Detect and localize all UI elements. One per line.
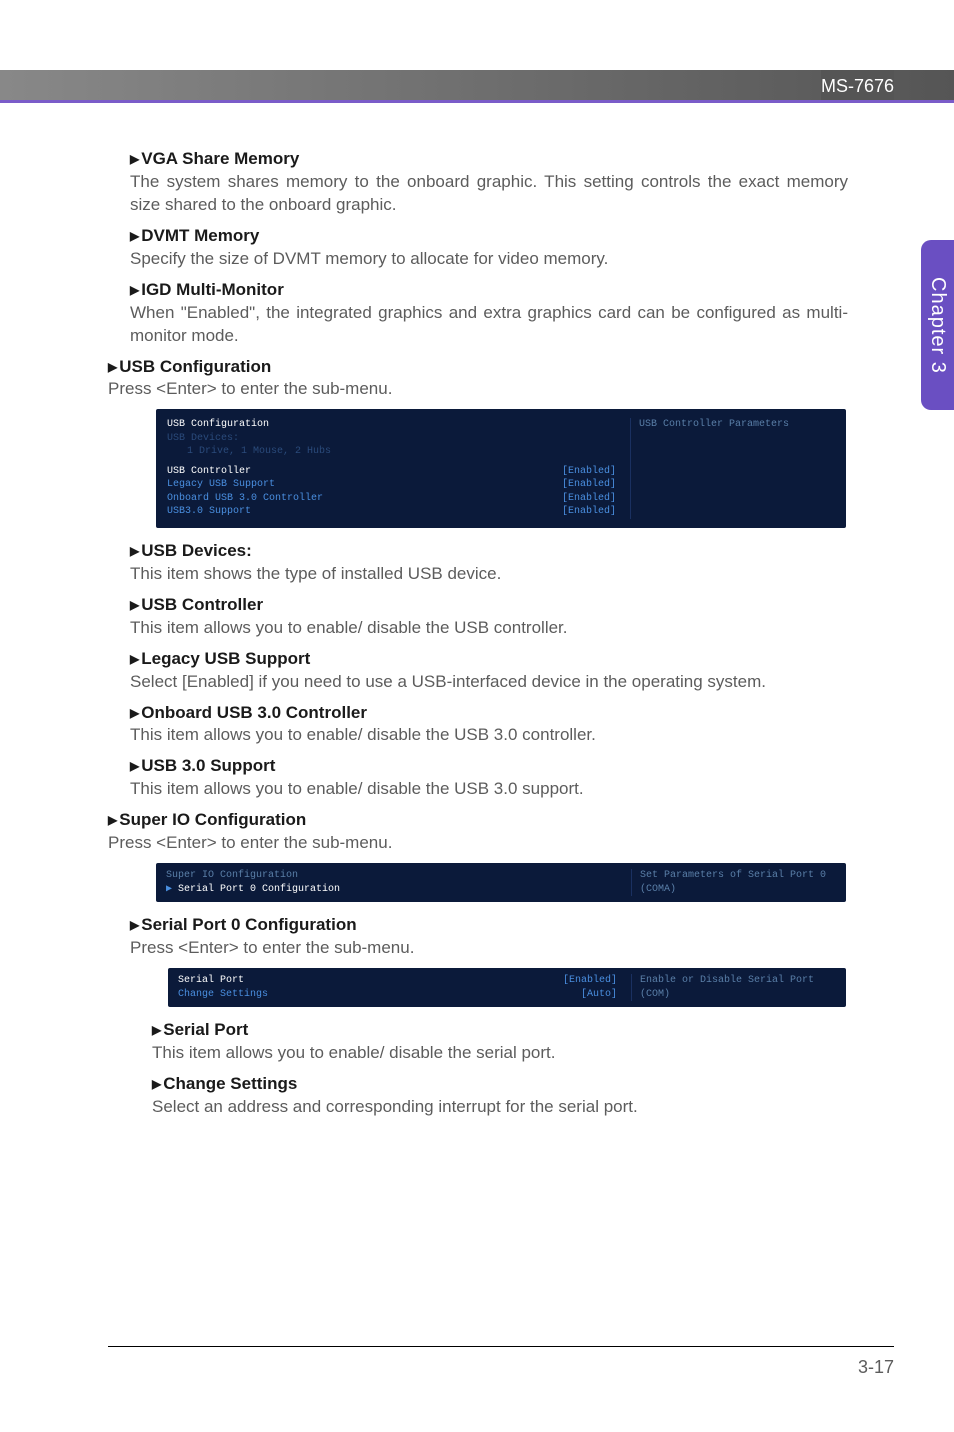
bios-usb-dev-line: 1 Drive, 1 Mouse, 2 Hubs [167, 445, 616, 459]
header-underline [0, 100, 954, 103]
heading-legacy: ▶Legacy USB Support [130, 649, 310, 668]
desc-usbcfg: Press <Enter> to enter the sub-menu. [108, 378, 848, 401]
triangle-icon: ▶ [130, 759, 139, 773]
heading-usb30: ▶USB 3.0 Support [130, 756, 275, 775]
heading-igd: ▶IGD Multi-Monitor [130, 280, 284, 299]
desc-dvmt: Specify the size of DVMT memory to alloc… [130, 248, 848, 271]
desc-usb30: This item allows you to enable/ disable … [130, 778, 848, 801]
desc-sp0: Press <Enter> to enter the sub-menu. [130, 937, 848, 960]
bios-row: Onboard USB 3.0 Controller[Enabled] [167, 492, 616, 506]
bios-row: USB3.0 Support[Enabled] [167, 505, 616, 519]
bios-help-text: Enable or Disable Serial Port (COM) [640, 974, 836, 1001]
triangle-icon: ▶ [130, 598, 139, 612]
footer-divider [108, 1346, 894, 1347]
desc-usbdev: This item shows the type of installed US… [130, 563, 848, 586]
bios-usb-dev-label: USB Devices: [167, 432, 616, 446]
header-band [0, 70, 954, 100]
triangle-icon: ▶ [130, 152, 139, 166]
heading-onboard: ▶Onboard USB 3.0 Controller [130, 703, 367, 722]
bios-row: Serial Port[Enabled] [178, 974, 617, 988]
bios-help-text: Set Parameters of Serial Port 0 (COMA) [640, 869, 836, 896]
bios-help-pane: Enable or Disable Serial Port (COM) [631, 974, 836, 1001]
desc-superio: Press <Enter> to enter the sub-menu. [108, 832, 848, 855]
desc-change: Select an address and corresponding inte… [152, 1096, 848, 1119]
heading-dvmt: ▶DVMT Memory [130, 226, 259, 245]
triangle-icon: ▶ [152, 1077, 161, 1091]
desc-legacy: Select [Enabled] if you need to use a US… [130, 671, 848, 694]
triangle-icon: ▶ [130, 652, 139, 666]
bios-screenshot-usb: USB Configuration USB Devices: 1 Drive, … [156, 409, 846, 528]
bios-screenshot-superio: Super IO Configuration ▶ Serial Port 0 C… [156, 863, 846, 902]
triangle-icon: ▶ [130, 706, 139, 720]
triangle-icon: ▶ [108, 813, 117, 827]
triangle-icon: ▶ [130, 918, 139, 932]
bios-superio-line1: Super IO Configuration [166, 869, 617, 883]
heading-serialport: ▶Serial Port [152, 1020, 248, 1039]
page-number: 3-17 [858, 1357, 894, 1378]
bios-superio-line2: ▶ Serial Port 0 Configuration [166, 883, 617, 897]
heading-usbdev: ▶USB Devices: [130, 541, 252, 560]
triangle-icon: ▶ [130, 229, 139, 243]
heading-usbcfg: ▶USB Configuration [108, 357, 271, 376]
desc-igd: When "Enabled", the integrated graphics … [130, 302, 848, 348]
triangle-icon: ▶ [108, 360, 117, 374]
heading-sp0: ▶Serial Port 0 Configuration [130, 915, 357, 934]
triangle-icon: ▶ [130, 283, 139, 297]
bios-row: Legacy USB Support[Enabled] [167, 478, 616, 492]
heading-usbctrl: ▶USB Controller [130, 595, 263, 614]
heading-change: ▶Change Settings [152, 1074, 297, 1093]
desc-vga: The system shares memory to the onboard … [130, 171, 848, 217]
desc-usbctrl: This item allows you to enable/ disable … [130, 617, 848, 640]
bios-row: USB Controller[Enabled] [167, 465, 616, 479]
bios-help-pane: USB Controller Parameters [630, 418, 835, 519]
desc-onboard: This item allows you to enable/ disable … [130, 724, 848, 747]
chapter-tab-label: Chapter 3 [926, 277, 949, 374]
bios-help-pane: Set Parameters of Serial Port 0 (COMA) [631, 869, 836, 896]
header-model-code: MS-7676 [821, 70, 894, 101]
heading-superio: ▶Super IO Configuration [108, 810, 306, 829]
bios-usb-header: USB Configuration [167, 418, 616, 432]
bios-screenshot-serial: Serial Port[Enabled] Change Settings[Aut… [168, 968, 846, 1007]
triangle-icon: ▶ [152, 1023, 161, 1037]
triangle-icon: ▶ [130, 544, 139, 558]
chapter-tab: Chapter 3 [921, 240, 954, 410]
bios-help-text: USB Controller Parameters [639, 418, 835, 432]
heading-vga: ▶VGA Share Memory [130, 149, 299, 168]
desc-serialport: This item allows you to enable/ disable … [152, 1042, 848, 1065]
page-content: ▶VGA Share Memory The system shares memo… [108, 148, 848, 1127]
bios-row: Change Settings[Auto] [178, 988, 617, 1002]
